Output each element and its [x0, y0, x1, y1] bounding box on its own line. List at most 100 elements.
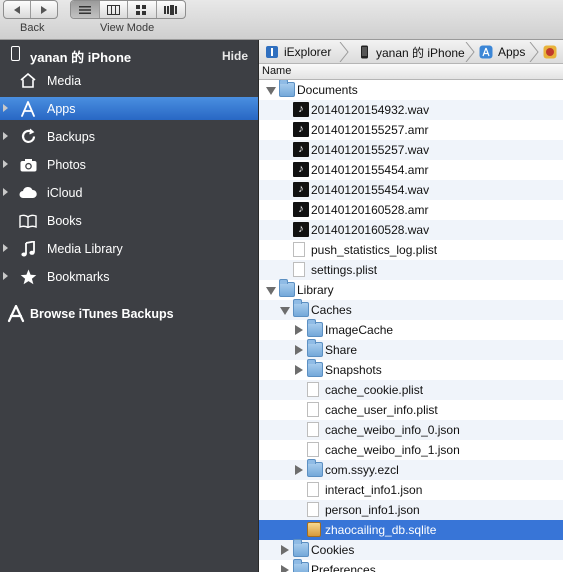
hide-button[interactable]: Hide — [222, 49, 248, 63]
breadcrumb-iexplorer[interactable]: iExplorer — [265, 40, 331, 64]
folder-row[interactable]: Caches — [259, 299, 563, 320]
disclosure-open-icon[interactable] — [266, 287, 276, 295]
breadcrumb-device[interactable]: yanan 的 iPhone — [357, 40, 465, 64]
cloud-icon — [19, 184, 37, 201]
disclosure-closed-icon[interactable] — [295, 365, 303, 375]
file-name: interact_info1.json — [325, 483, 423, 497]
list-view-button[interactable] — [71, 1, 100, 18]
folder-icon — [307, 339, 323, 357]
file-row[interactable]: ♪ 20140120155454.wav — [259, 180, 563, 200]
browse-itunes-backups-button[interactable]: Browse iTunes Backups — [0, 303, 258, 325]
file-list: Documents ♪ 20140120154932.wav ♪ 20140120155… — [259, 80, 563, 572]
folder-row[interactable]: ImageCache — [259, 319, 563, 340]
file-name: 20140120154932.wav — [311, 103, 430, 117]
file-row[interactable]: cache_weibo_info_0.json — [259, 420, 563, 440]
disclosure-open-icon[interactable] — [280, 307, 290, 315]
file-row[interactable]: settings.plist — [259, 260, 563, 280]
document-icon — [293, 242, 305, 257]
file-browser: iExplorer yanan 的 iPhone Apps Name Docum… — [258, 40, 563, 572]
database-file-icon — [307, 522, 321, 537]
audio-file-icon: ♪ — [293, 202, 309, 217]
breadcrumb-apps[interactable]: Apps — [479, 40, 525, 64]
file-name: cache_weibo_info_1.json — [325, 443, 460, 457]
file-name: Caches — [311, 303, 352, 317]
disclosure-triangle-icon[interactable] — [3, 132, 8, 140]
file-row[interactable]: ♪ 20140120155257.wav — [259, 140, 563, 160]
iexplorer-icon — [266, 46, 278, 58]
sidebar-item-media-library[interactable]: Media Library — [0, 237, 258, 260]
name-column-header: Name — [262, 65, 292, 77]
view-mode-segment — [70, 0, 186, 19]
file-name: Library — [297, 283, 334, 297]
folder-row[interactable]: Cookies — [259, 539, 563, 560]
sidebar-item-icloud[interactable]: iCloud — [0, 181, 258, 204]
audio-file-icon: ♪ — [293, 122, 309, 137]
sidebar-item-backups[interactable]: Backups — [0, 125, 258, 148]
file-name: zhaocailing_db.sqlite — [325, 523, 437, 537]
file-name: ImageCache — [325, 323, 394, 337]
file-row[interactable]: push_statistics_log.plist — [259, 240, 563, 260]
file-row[interactable]: ♪ 20140120160528.amr — [259, 200, 563, 220]
column-view-icon — [106, 4, 120, 15]
disclosure-closed-icon[interactable] — [295, 325, 303, 335]
folder-row[interactable]: Share — [259, 339, 563, 360]
disclosure-triangle-icon[interactable] — [3, 160, 8, 168]
file-name: cache_user_info.plist — [325, 403, 438, 417]
folder-row[interactable]: com.ssyy.ezcl — [259, 459, 563, 480]
file-row[interactable]: cache_user_info.plist — [259, 400, 563, 420]
file-row[interactable]: ♪ 20140120154932.wav — [259, 100, 563, 120]
back-button[interactable] — [4, 1, 31, 18]
audio-file-icon: ♪ — [293, 102, 309, 117]
file-name: 20140120155454.amr — [311, 163, 429, 177]
file-row[interactable]: ♪ 20140120155257.amr — [259, 120, 563, 140]
breadcrumb: iExplorer yanan 的 iPhone Apps — [259, 40, 563, 64]
folder-row[interactable]: Library — [259, 279, 563, 300]
disclosure-closed-icon[interactable] — [295, 465, 303, 475]
disclosure-triangle-icon[interactable] — [3, 272, 8, 280]
file-row[interactable]: ♪ 20140120155454.amr — [259, 160, 563, 180]
back-label: Back — [20, 22, 45, 34]
file-row[interactable]: interact_info1.json — [259, 480, 563, 500]
grid-view-button[interactable] — [128, 1, 157, 18]
folder-icon — [293, 539, 309, 557]
disclosure-triangle-icon[interactable] — [3, 104, 8, 112]
grid-view-icon — [136, 4, 147, 15]
sidebar-item-label: Bookmarks — [47, 270, 110, 284]
audio-file-icon: ♪ — [293, 182, 309, 197]
apps-icon — [479, 45, 493, 59]
cover-flow-button[interactable] — [157, 1, 185, 18]
column-view-button[interactable] — [100, 1, 128, 18]
folder-row[interactable]: Preferences — [259, 559, 563, 572]
device-header: yanan 的 iPhone Hide — [0, 40, 258, 68]
forward-button[interactable] — [31, 1, 57, 18]
breadcrumb-app[interactable] — [543, 40, 562, 64]
file-row[interactable]: cache_cookie.plist — [259, 380, 563, 400]
breadcrumb-label: iExplorer — [284, 45, 332, 59]
file-row[interactable]: person_info1.json — [259, 500, 563, 520]
home-icon — [19, 72, 37, 89]
file-row[interactable]: ♪ 20140120160528.wav — [259, 220, 563, 240]
disclosure-triangle-icon[interactable] — [3, 244, 8, 252]
folder-row[interactable]: Documents — [259, 80, 563, 100]
file-name: person_info1.json — [325, 503, 420, 517]
file-row[interactable]: zhaocailing_db.sqlite — [259, 520, 563, 540]
file-name: Snapshots — [325, 363, 382, 377]
sidebar-item-books[interactable]: Books — [0, 209, 258, 232]
sidebar-item-bookmarks[interactable]: Bookmarks — [0, 265, 258, 288]
audio-file-icon: ♪ — [293, 142, 309, 157]
disclosure-closed-icon[interactable] — [281, 565, 289, 572]
file-row[interactable]: cache_weibo_info_1.json — [259, 440, 563, 460]
folder-row[interactable]: Snapshots — [259, 359, 563, 380]
iphone-icon — [361, 45, 368, 59]
sidebar-item-media[interactable]: Media — [0, 69, 258, 92]
column-header[interactable]: Name — [259, 64, 563, 80]
disclosure-closed-icon[interactable] — [281, 545, 289, 555]
file-name: push_statistics_log.plist — [311, 243, 438, 257]
sidebar-item-apps[interactable]: Apps — [0, 97, 258, 120]
breadcrumb-label: Apps — [498, 45, 526, 59]
disclosure-triangle-icon[interactable] — [3, 188, 8, 196]
disclosure-open-icon[interactable] — [266, 87, 276, 95]
sidebar: yanan 的 iPhone Hide Media Apps Backups Phot… — [0, 40, 258, 572]
sidebar-item-photos[interactable]: Photos — [0, 153, 258, 176]
disclosure-closed-icon[interactable] — [295, 345, 303, 355]
